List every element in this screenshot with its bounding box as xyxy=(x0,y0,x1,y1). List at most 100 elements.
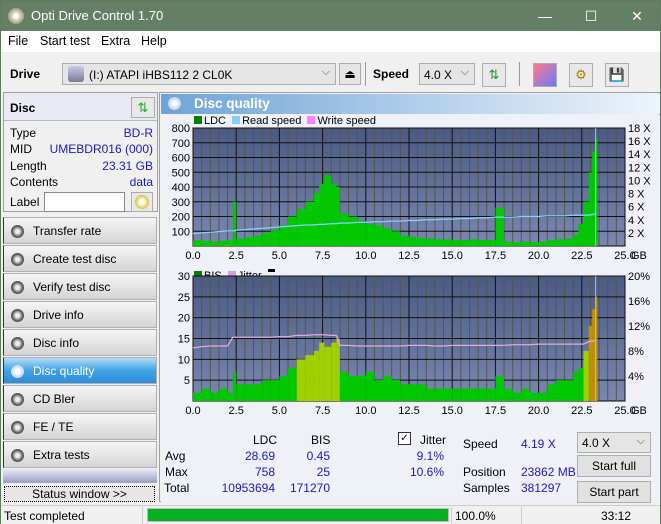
nav-disc-quality[interactable]: Disc quality xyxy=(3,357,157,384)
nav-transfer-rate[interactable]: Transfer rate xyxy=(3,217,157,244)
speed-label: Speed xyxy=(463,437,498,451)
field-key: MID xyxy=(10,142,32,156)
menu-bar: File Start test Extra Help xyxy=(1,31,660,52)
x-tick-label: 10.0 xyxy=(355,405,376,417)
start-part-button[interactable]: Start part xyxy=(577,481,651,503)
x-tick-label: 12.5 xyxy=(398,250,419,262)
statusbar-divider xyxy=(142,507,143,524)
disc-icon xyxy=(135,195,149,209)
progress-bar xyxy=(147,508,449,522)
start-full-button[interactable]: Start full xyxy=(577,455,651,477)
nav-fe-te[interactable]: FE / TE xyxy=(3,413,157,440)
y2-tick-label: 4% xyxy=(628,371,644,383)
x-tick-label: 2.5 xyxy=(229,405,244,417)
bis-bar xyxy=(279,376,289,401)
bis-bar xyxy=(409,384,418,401)
y-tick-label: 20 xyxy=(178,313,190,325)
label-input[interactable] xyxy=(44,192,125,212)
menu-help[interactable]: Help xyxy=(141,34,167,48)
y2-tick-label: 4 X xyxy=(628,215,645,227)
bis-bar xyxy=(313,351,320,401)
bis-bar xyxy=(495,376,505,401)
maximize-button[interactable]: ☐ xyxy=(568,1,614,31)
ldc-bar xyxy=(512,242,522,246)
field-value: data xyxy=(129,175,153,189)
minimize-button[interactable]: — xyxy=(522,1,568,31)
ldc-bar xyxy=(521,241,530,246)
y-tick-label: 25 xyxy=(178,292,190,304)
bis-bar xyxy=(592,309,596,401)
x-tick-label: 2.5 xyxy=(229,250,244,262)
drive-icon xyxy=(68,66,84,82)
ldc-bar xyxy=(588,172,593,246)
disc-quality-icon xyxy=(168,97,181,110)
ldc-bar xyxy=(426,238,435,246)
menu-extra[interactable]: Extra xyxy=(101,34,130,48)
x-tick-label: 22.5 xyxy=(571,405,592,417)
bis-bar xyxy=(253,384,263,401)
nav-disc-info[interactable]: Disc info xyxy=(3,329,157,356)
speed-label: Speed xyxy=(373,67,410,81)
disc-info-box: Disc ⇅ Type BD-R MID UMEBDR016 (000) Lengt… xyxy=(3,92,158,212)
test-speed-select[interactable]: 4.0 X ⌵ xyxy=(577,432,651,453)
ldc-bar xyxy=(339,213,349,246)
bis-bar xyxy=(504,388,513,401)
eject-button[interactable]: ⏏ xyxy=(339,63,361,85)
bis-bar xyxy=(357,376,366,401)
y-tick-label: 500 xyxy=(172,167,190,179)
nav-verify-test-disc[interactable]: Verify test disc xyxy=(3,273,157,300)
bis-bar xyxy=(417,384,427,401)
ldc-bar xyxy=(365,223,375,246)
label-key: Label xyxy=(10,195,40,209)
x-tick-label: 15.0 xyxy=(441,405,462,417)
settings-button[interactable]: ⚙ xyxy=(569,63,593,87)
nav-cd-bler[interactable]: CD Bler xyxy=(3,385,157,412)
fe-te-icon xyxy=(11,421,24,434)
erase-button[interactable] xyxy=(533,63,557,87)
ldc-bar xyxy=(253,235,263,246)
nav-create-test-disc[interactable]: Create test disc xyxy=(3,245,157,272)
nav-drive-info[interactable]: Drive info xyxy=(3,301,157,328)
elapsed-time: 33:12 xyxy=(601,509,632,523)
avg-bis: 0.45 xyxy=(306,449,330,463)
x-tick-label: 12.5 xyxy=(398,405,419,417)
close-button[interactable]: ✕ xyxy=(614,1,660,31)
y-tick-label: 800 xyxy=(172,123,190,135)
bis-bar xyxy=(583,351,589,401)
ldc-bar xyxy=(592,151,596,246)
ldc-bar xyxy=(324,175,332,246)
field-key: Contents xyxy=(10,175,59,189)
bis-bar xyxy=(521,388,530,401)
toolbar: Drive (I:) ATAPI iHBS112 2 CL0K ⌵ ⏏ Spee… xyxy=(1,52,660,90)
refresh-button[interactable]: ⇅ xyxy=(482,63,506,87)
ldc-bar xyxy=(583,201,589,246)
nav-extra-tests[interactable]: Extra tests xyxy=(3,441,157,468)
bis-bar xyxy=(348,376,358,401)
ldc-bar xyxy=(270,229,280,246)
bis-bar xyxy=(201,388,211,401)
bis-bar xyxy=(469,388,479,401)
ldc-bar xyxy=(313,192,320,246)
y2-tick-label: 18 X xyxy=(628,123,651,135)
nav-label: Disc quality xyxy=(33,364,95,378)
disc-refresh-button[interactable]: ⇅ xyxy=(131,97,155,118)
ldc-bar xyxy=(319,184,325,246)
statusbar-divider xyxy=(451,507,452,524)
ldc-bar xyxy=(279,225,289,246)
menu-start-test[interactable]: Start test xyxy=(40,34,90,48)
menu-file[interactable]: File xyxy=(8,34,28,48)
bis-bar xyxy=(452,388,461,401)
total-bis: 171270 xyxy=(289,481,330,495)
jitter-checkbox[interactable]: ✓ xyxy=(398,432,411,445)
speed-select[interactable]: 4.0 X ⌵ xyxy=(419,63,475,85)
ldc-bar xyxy=(244,237,254,246)
bis-bar xyxy=(262,380,271,401)
ldc-bar xyxy=(288,216,297,246)
save-icon: 💾 xyxy=(608,67,626,82)
label-disc-button[interactable] xyxy=(131,192,153,212)
drive-select[interactable]: (I:) ATAPI iHBS112 2 CL0K ⌵ xyxy=(62,63,336,85)
save-button[interactable]: 💾 xyxy=(605,63,629,87)
status-window-button[interactable]: Status window >> xyxy=(4,486,155,502)
bis-bar xyxy=(319,342,325,401)
transfer-rate-icon xyxy=(11,225,24,238)
